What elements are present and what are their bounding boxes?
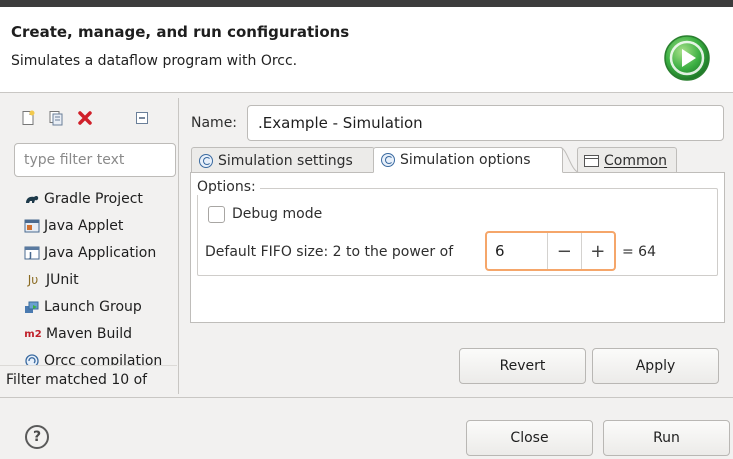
tree-item-junit[interactable]: Jυ JUnit [24, 269, 79, 291]
header-separator [0, 92, 733, 93]
orcc-icon [381, 153, 395, 167]
tab-simulation-options[interactable]: Simulation options [373, 147, 563, 173]
fifo-size-label: Default FIFO size: 2 to the power of [205, 244, 454, 260]
apply-button[interactable]: Apply [592, 348, 719, 384]
options-group-label: Options: [197, 179, 260, 195]
decrement-button[interactable]: − [547, 233, 581, 269]
filter-status: Filter matched 10 of [0, 365, 177, 395]
run-button[interactable]: Run [603, 420, 730, 456]
launch-group-icon [25, 301, 39, 313]
tree-item-label: Gradle Project [44, 191, 143, 207]
tab-common[interactable]: Common [577, 147, 677, 173]
maven-icon: m2 [24, 328, 42, 340]
footer-separator [0, 397, 733, 398]
tree-item-label: JUnit [46, 272, 79, 288]
orcc-icon [199, 153, 213, 168]
common-tab-icon [584, 154, 599, 167]
gradle-icon [26, 195, 39, 203]
debug-mode-checkbox[interactable] [208, 206, 225, 223]
help-icon[interactable]: ? [25, 425, 49, 449]
fifo-size-input[interactable] [487, 233, 547, 269]
dialog-header: Create, manage, and run configurations S… [0, 7, 733, 92]
tab-label: Simulation options [400, 152, 531, 168]
tab-label: Common [604, 152, 668, 169]
new-configuration-icon[interactable] [20, 110, 36, 126]
window-top-border [0, 0, 733, 7]
name-label: Name: [191, 115, 238, 131]
close-button[interactable]: Close [466, 420, 593, 456]
tree-item-maven-build[interactable]: m2 Maven Build [24, 323, 132, 345]
dialog-title: Create, manage, and run configurations [11, 23, 350, 41]
junit-icon: Jυ [27, 273, 39, 287]
tab-simulation-settings[interactable]: Simulation settings [191, 147, 375, 173]
revert-button[interactable]: Revert [459, 348, 586, 384]
svg-text:J: J [28, 251, 32, 260]
tree-item-label: Java Applet [44, 218, 124, 234]
tree-item-label: Java Application [44, 245, 157, 261]
tree-item-gradle-project[interactable]: Gradle Project [24, 188, 143, 210]
java-applet-icon [24, 219, 40, 233]
tree-item-java-applet[interactable]: Java Applet [24, 215, 123, 237]
dialog-description: Simulates a dataflow program with Orcc. [11, 53, 298, 69]
duplicate-icon[interactable] [48, 110, 64, 126]
increment-button[interactable]: + [580, 233, 615, 269]
java-application-icon: J [24, 246, 40, 260]
tree-item-label: Maven Build [46, 326, 133, 342]
debug-mode-label[interactable]: Debug mode [232, 206, 322, 222]
delete-icon[interactable] [77, 110, 93, 126]
tree-item-java-application[interactable]: J Java Application [24, 242, 156, 264]
tree-item-label: Launch Group [44, 299, 142, 315]
configuration-type-tree: Gradle Project Java Applet J Java Applic… [0, 186, 177, 366]
options-group [197, 188, 718, 276]
tree-item-orcc-compilation[interactable]: Orcc compilation [24, 350, 162, 366]
tree-item-launch-group[interactable]: Launch Group [24, 296, 142, 318]
fifo-size-spinner[interactable]: − + [485, 231, 616, 271]
tab-label: Simulation settings [218, 152, 353, 169]
configuration-name-input[interactable] [247, 105, 724, 141]
collapse-all-icon[interactable] [134, 110, 150, 126]
run-icon [664, 35, 710, 81]
filter-input[interactable] [14, 143, 176, 177]
fifo-size-result: = 64 [622, 244, 656, 260]
tab-separator [560, 147, 580, 173]
